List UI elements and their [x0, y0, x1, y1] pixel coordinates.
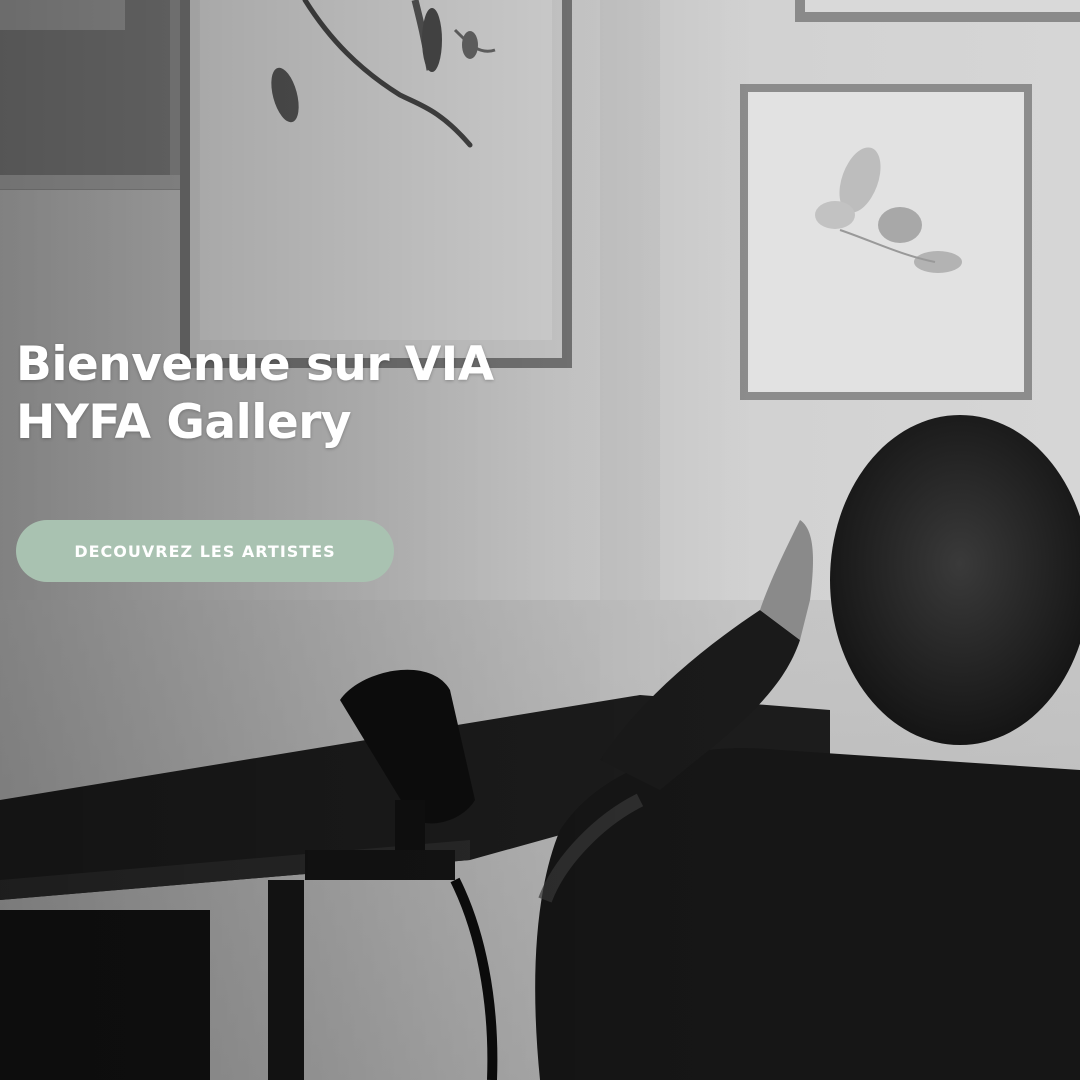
hero-section: Bienvenue sur VIA HYFA Gallery DECOUVREZ…	[0, 0, 1080, 1080]
hero-title: Bienvenue sur VIA HYFA Gallery	[16, 337, 494, 450]
discover-artists-button[interactable]: DECOUVREZ LES ARTISTES	[16, 520, 394, 582]
